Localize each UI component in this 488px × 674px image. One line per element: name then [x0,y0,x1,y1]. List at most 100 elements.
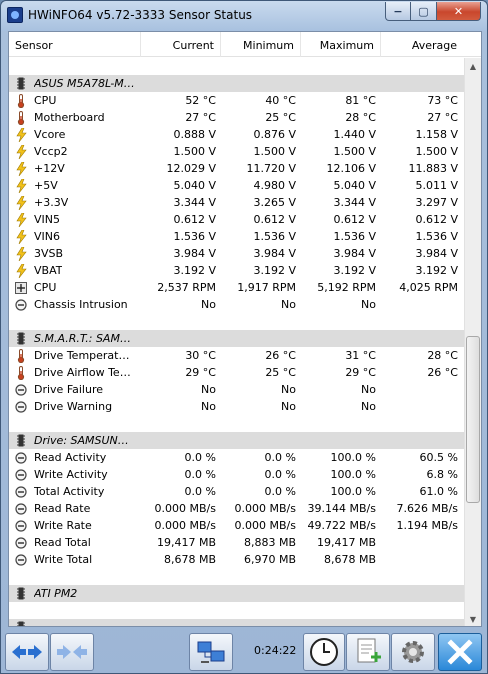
sensor-row[interactable]: 3VSB 3.984 V 3.984 V 3.984 V 3.984 V [9,245,465,262]
sensor-group-row[interactable]: Drive: SAMSUNG H... [9,432,465,449]
sensor-name: CPU [34,94,57,107]
average-value [381,381,463,398]
sensor-row[interactable]: Vcore 0.888 V 0.876 V 1.440 V 1.158 V [9,126,465,143]
minimum-value: 40 °C [265,94,296,107]
sensor-name-cell: +3.3V [9,194,141,211]
sensor-group-row[interactable]: S.M.A.R.T.: SAMSU... [9,330,465,347]
average-value [381,75,463,92]
minimum-value: 0.000 MB/s [234,519,296,532]
close-window-button[interactable]: ✕ [437,2,481,21]
scroll-up-icon[interactable]: ▲ [465,58,481,75]
sensor-row[interactable]: Write Total 8,678 MB 6,970 MB 8,678 MB [9,551,465,568]
sensor-row[interactable]: VBAT 3.192 V 3.192 V 3.192 V 3.192 V [9,262,465,279]
current-value: 0.000 MB/s [154,502,216,515]
close-sensors-button[interactable] [438,633,482,671]
average-value [381,551,463,568]
network-sharing-button[interactable] [189,633,233,671]
sensor-name: ASUS M5A78L-M/U... [34,77,136,90]
sensor-name-cell: Motherboard [9,109,141,126]
current-value: 0.888 V [173,128,216,141]
sensor-row[interactable]: CPU 2,537 RPM 1,917 RPM 5,192 RPM 4,025 RPM [9,279,465,296]
arrows-inward-icon [57,645,87,659]
current-value: 30 °C [185,349,216,362]
sensor-row[interactable]: Read Rate 0.000 MB/s 0.000 MB/s 39.144 MB/s… [9,500,465,517]
settings-button[interactable] [391,633,435,671]
current-value: 12.029 V [166,162,216,175]
current-value: 0.000 MB/s [154,519,216,532]
gear-icon [402,641,424,663]
sensor-row[interactable]: VIN5 0.612 V 0.612 V 0.612 V 0.612 V [9,211,465,228]
sensor-row[interactable]: Vccp2 1.500 V 1.500 V 1.500 V 1.500 V [9,143,465,160]
sensor-row[interactable]: Read Activity 0.0 % 0.0 % 100.0 % 60.5 % [9,449,465,466]
maximum-value: 0.612 V [333,213,376,226]
sensor-group-row[interactable] [9,619,465,626]
sensor-row[interactable]: Read Total 19,417 MB 8,883 MB 19,417 MB [9,534,465,551]
vertical-scrollbar[interactable]: ▲ ▼ [464,58,481,626]
maximum-value: 12.106 V [326,162,376,175]
sensor-row[interactable]: Drive Airflow Temp... 29 °C 25 °C 29 °C 26 °… [9,364,465,381]
sensor-name: Drive: SAMSUNG H... [34,434,136,447]
minimum-value [221,330,301,347]
sensor-name-cell: Write Activity [9,466,141,483]
scrollbar-thumb[interactable] [466,336,480,503]
sensor-row[interactable]: Write Activity 0.0 % 0.0 % 100.0 % 6.8 % [9,466,465,483]
average-value: 26 °C [427,366,458,379]
reset-timer-button[interactable] [303,633,345,671]
scroll-down-icon[interactable]: ▼ [465,611,481,626]
sensor-name: Drive Airflow Temp... [34,366,136,379]
sensor-row[interactable]: Drive Failure No No No [9,381,465,398]
maximize-button[interactable]: ▢ [411,2,437,21]
sensor-group-row[interactable]: ASUS M5A78L-M/U... [9,75,465,92]
minimize-button[interactable]: − [385,2,411,21]
minimum-value: 3.265 V [253,196,296,209]
status-circle-icon [15,400,27,414]
sensor-row[interactable]: Chassis Intrusion No No No [9,296,465,313]
sensor-row[interactable]: Write Rate 0.000 MB/s 0.000 MB/s 49.722 MB/… [9,517,465,534]
chip-icon [15,434,27,448]
lightning-icon [15,246,27,261]
lightning-icon [15,212,27,227]
sensor-name-cell: +5V [9,177,141,194]
sensor-row[interactable]: CPU 52 °C 40 °C 81 °C 73 °C [9,92,465,109]
window-controls: − ▢ ✕ [385,2,481,22]
maximum-value: 100.0 % [330,468,376,481]
sensor-row[interactable]: Drive Temperature 30 °C 26 °C 31 °C 28 °C [9,347,465,364]
average-value: 60.5 % [419,451,458,464]
sensor-row[interactable]: Drive Warning No No No [9,398,465,415]
current-value: 0.612 V [173,213,216,226]
column-header-average[interactable]: Average [381,32,463,57]
sensor-row[interactable]: Total Activity 0.0 % 0.0 % 100.0 % 61.0 % [9,483,465,500]
sensor-row[interactable]: +3.3V 3.344 V 3.265 V 3.344 V 3.297 V [9,194,465,211]
sensor-name-cell: Read Activity [9,449,141,466]
current-value: 27 °C [185,111,216,124]
move-columns-button[interactable] [50,633,94,671]
column-header-maximum[interactable]: Maximum [301,32,381,57]
sensor-name: Chassis Intrusion [34,298,128,311]
sensor-row[interactable]: Motherboard 27 °C 25 °C 28 °C 27 °C [9,109,465,126]
column-header-sensor[interactable]: Sensor [9,32,141,57]
collapse-expand-button[interactable] [5,633,49,671]
current-value [141,75,221,92]
sensor-row[interactable]: +5V 5.040 V 4.980 V 5.040 V 5.011 V [9,177,465,194]
maximum-value: 81 °C [345,94,376,107]
sensor-name: +3.3V [34,196,69,209]
maximum-value: 3.344 V [333,196,376,209]
thermometer-icon [15,365,27,380]
sensor-name: Motherboard [34,111,105,124]
sensor-name-cell [9,619,141,626]
minimum-value [221,585,301,602]
logging-button[interactable] [346,633,390,671]
sensor-name-cell: Write Total [9,551,141,568]
maximum-value: 100.0 % [330,451,376,464]
column-header-current[interactable]: Current [141,32,221,57]
title-bar[interactable]: HWiNFO64 v5.72-3333 Sensor Status − ▢ ✕ [1,1,487,31]
column-header-minimum[interactable]: Minimum [221,32,301,57]
sensor-row[interactable]: VIN6 1.536 V 1.536 V 1.536 V 1.536 V [9,228,465,245]
sensor-group-row[interactable]: ATI PM2 [9,585,465,602]
average-value: 3.984 V [415,247,458,260]
sensor-row[interactable]: +12V 12.029 V 11.720 V 12.106 V 11.883 V [9,160,465,177]
lightning-icon [15,127,27,142]
maximum-value [301,75,381,92]
current-value: No [201,298,216,311]
status-circle-icon [15,553,27,567]
